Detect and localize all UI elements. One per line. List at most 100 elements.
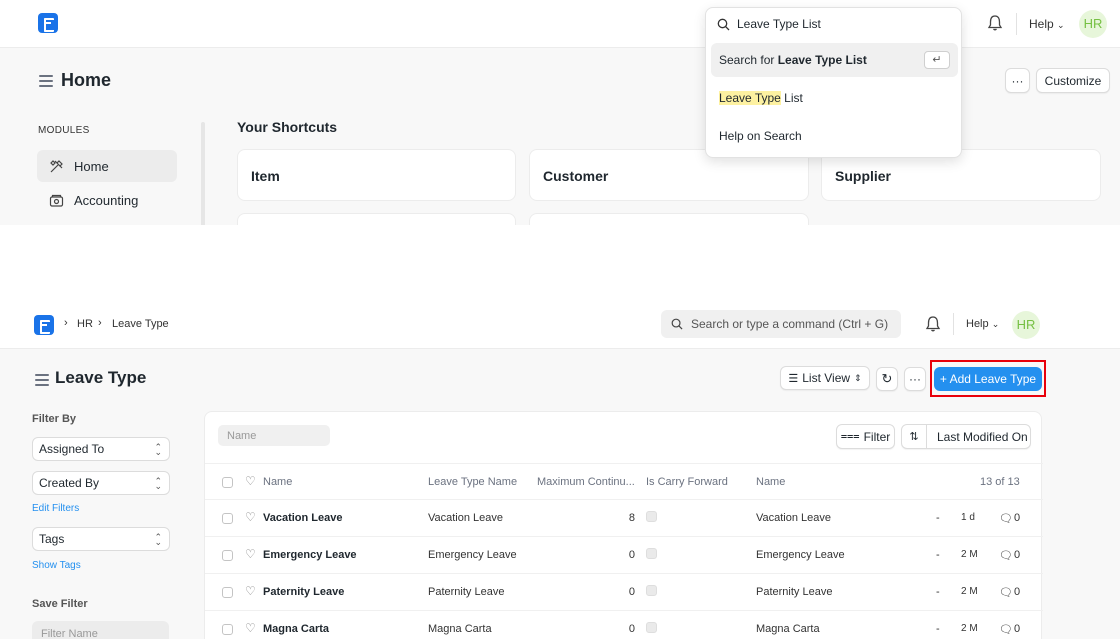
row-dash: - [936,512,940,524]
filter-button-label: Filter [863,429,891,444]
table-row[interactable]: ♡ Paternity Leave Paternity Leave 0 Pate… [205,573,1043,610]
comment-icon: 🗨 [999,587,1013,599]
leave-type-list-screen: › HR › Leave Type Search or type a comma… [0,303,1120,639]
row-modified: 1 d [961,512,975,523]
select-all-checkbox[interactable] [222,477,233,488]
list-icon: ☰ [788,372,799,385]
filter-button[interactable]: ⩶ Filter [836,424,895,449]
sort-selector[interactable]: ⇅ Last Modified On [901,424,1031,449]
refresh-button[interactable]: ↻ [876,367,898,391]
search-bar[interactable]: Search or type a command (Ctrl + G) [661,310,901,338]
filter-icon: ⩶ [840,430,860,442]
carry-forward-checkbox [646,511,657,522]
row-checkbox[interactable] [222,513,233,524]
breadcrumb-separator-icon: › [64,317,68,329]
help-label: Help [1029,17,1054,31]
row-type-name: Vacation Leave [428,512,504,524]
row-name[interactable]: Paternity Leave [263,586,344,598]
home-workspace-screen: Help ⌄ HR Home ··· Customize MODULES Hom… [0,0,1120,225]
row-name[interactable]: Magna Carta [263,623,329,635]
record-count: 13 of 13 [980,476,1020,488]
enter-key-icon: ↵ [924,51,950,69]
breadcrumb-separator-icon: › [98,317,102,329]
shortcut-card[interactable] [529,213,809,225]
navbar: › HR › Leave Type Search or type a comma… [0,303,1120,349]
sidebar-item-home[interactable]: Home [37,150,177,182]
match-highlight: Leave Type [719,91,781,105]
avatar[interactable]: HR [1012,311,1040,339]
leave-type-list-option[interactable]: Leave Type List [711,81,958,115]
row-checkbox[interactable] [222,624,233,635]
assigned-to-filter[interactable]: Assigned To [32,436,170,463]
row-name[interactable]: Emergency Leave [263,549,357,561]
tags-filter[interactable]: Tags [32,526,170,553]
row-dash: - [936,586,940,598]
avatar[interactable]: HR [1079,10,1107,38]
sidebar-item-label: Home [74,158,109,174]
row-name-2: Emergency Leave [756,549,845,561]
sort-order-icon[interactable]: ⇅ [902,425,927,448]
search-for-prefix: Search for [719,53,778,67]
app-logo-icon[interactable] [34,315,54,335]
row-max: 0 [628,623,635,635]
list-view-switcher[interactable]: ☰ List View ⇕ [780,366,870,390]
bell-icon[interactable] [986,14,1004,32]
heart-icon[interactable]: ♡ [245,547,256,561]
row-name[interactable]: Vacation Leave [263,512,343,524]
row-name-2: Vacation Leave [756,512,832,524]
app-logo-icon[interactable] [38,13,58,33]
row-dash: - [936,549,940,561]
row-checkbox[interactable] [222,587,233,598]
heart-icon[interactable]: ♡ [245,621,256,635]
breadcrumb-leave-type[interactable]: Leave Type [112,318,169,330]
edit-filters-link[interactable]: Edit Filters [32,503,79,514]
comment-icon: 🗨 [999,513,1013,525]
heart-icon[interactable]: ♡ [245,584,256,598]
column-maximum-continuous: Maximum Continu... [537,476,635,488]
comment-icon: 🗨 [999,624,1013,636]
heart-icon[interactable]: ♡ [245,474,256,488]
column-is-carry-forward: Is Carry Forward [646,476,728,488]
sidebar-toggle-icon[interactable] [39,75,53,87]
row-max: 0 [628,586,635,598]
sidebar-toggle-icon[interactable] [35,374,49,386]
row-checkbox[interactable] [222,550,233,561]
more-options-button[interactable]: ··· [904,367,926,391]
more-options-button[interactable]: ··· [1005,68,1030,93]
search-for-term: Leave Type List [777,53,867,67]
row-comments: 0 [1014,586,1021,598]
page-title: Home [61,70,112,90]
help-menu[interactable]: Help ⌄ [1029,17,1065,31]
heart-icon[interactable]: ♡ [245,510,256,524]
row-type-name: Magna Carta [428,623,492,635]
row-name-2: Magna Carta [756,623,820,635]
shortcut-item[interactable]: Item [237,149,516,201]
created-by-filter[interactable]: Created By [32,470,170,497]
sidebar-item-label: Accounting [74,192,139,208]
search-for-option[interactable]: Search for Leave Type List ↵ [711,43,958,77]
customize-button[interactable]: Customize [1036,68,1110,93]
search-input[interactable]: Leave Type List [737,17,821,31]
list-header: ♡ Name Leave Type Name Maximum Continu..… [205,463,1043,499]
table-row[interactable]: ♡ Emergency Leave Emergency Leave 0 Emer… [205,536,1043,573]
search-icon [717,18,730,31]
highlight-annotation-box [930,360,1046,397]
help-menu[interactable]: Help ⌄ [966,318,999,330]
name-filter-input[interactable]: Name [218,425,330,446]
awesomebar-dropdown: Leave Type List Search for Leave Type Li… [705,7,962,158]
show-tags-link[interactable]: Show Tags [32,560,81,571]
table-row[interactable]: ♡ Vacation Leave Vacation Leave 8 Vacati… [205,499,1043,536]
row-dash: - [936,623,940,635]
row-modified: 2 M [961,623,978,634]
sidebar-item-accounting[interactable]: Accounting [37,184,177,216]
carry-forward-checkbox [646,585,657,596]
row-name-2: Paternity Leave [756,586,833,598]
sidebar-scrollbar[interactable] [201,122,205,225]
shortcut-card[interactable] [237,213,516,225]
breadcrumb-hr[interactable]: HR [77,318,93,330]
bell-icon[interactable] [924,315,942,333]
help-on-search-option[interactable]: Help on Search [711,119,958,153]
table-row[interactable]: ♡ Magna Carta Magna Carta 0 Magna Carta … [205,610,1043,639]
home-tools-icon [50,159,63,172]
filter-name-input[interactable]: Filter Name [32,621,169,639]
